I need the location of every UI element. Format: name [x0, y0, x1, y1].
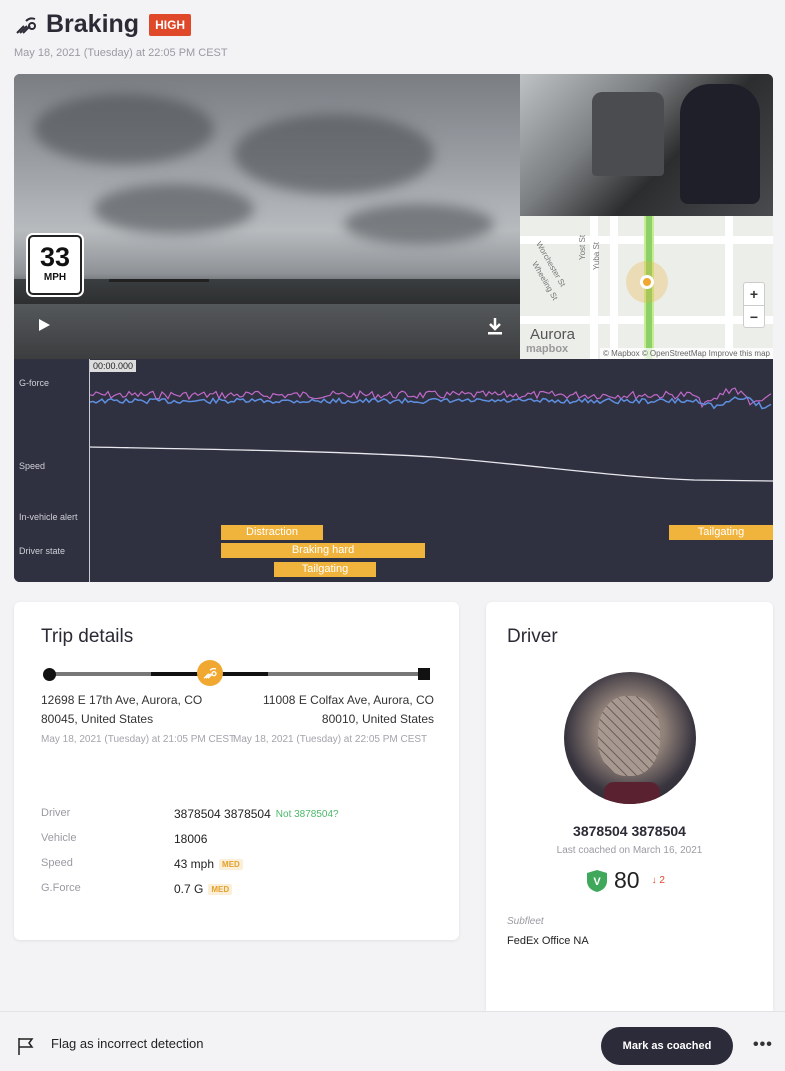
score-value: 80 [614, 867, 640, 893]
cabin-facing-video[interactable] [520, 74, 773, 216]
gforce-value: 0.7 G [174, 882, 204, 896]
event-header: Braking HIGH May 18, 2021 (Tuesday) at 2… [14, 10, 771, 59]
shield-icon: V [587, 869, 607, 892]
end-time: May 18, 2021 (Tuesday) at 22:05 PM CEST [233, 734, 428, 745]
gforce-line-blue [89, 396, 772, 410]
event-title: Braking [46, 10, 140, 38]
braking-icon [16, 16, 36, 34]
start-address: 12698 E 17th Ave, Aurora, CO 80045, Unit… [41, 693, 203, 726]
speed-row-label: Speed [19, 461, 46, 471]
speed-sign-unit: MPH [43, 272, 67, 283]
driver-name: 3878504 3878504 [573, 823, 686, 839]
severity-badge: HIGH [149, 13, 192, 36]
avatar[interactable] [564, 672, 696, 804]
route-end-marker [418, 668, 430, 680]
gforce-value-row: 0.7 G MED [174, 882, 233, 896]
event-map[interactable]: Worchester St Wheeling St Yost St Yuba S… [520, 216, 773, 359]
speed-line [89, 446, 773, 482]
start-time: May 18, 2021 (Tuesday) at 21:05 PM CEST [41, 734, 236, 745]
map-attribution[interactable]: © Mapbox © OpenStreetMap Improve this ma… [600, 348, 773, 359]
driver-score: V 80 ↓ 2 [586, 867, 665, 894]
driver-value: 3878504 3878504 [174, 807, 271, 821]
speed-sign-value: 33 [39, 242, 71, 272]
mapbox-logo: mapbox [526, 343, 569, 355]
event-location-pin[interactable] [640, 275, 654, 289]
action-footer: Flag as incorrect detection Mark as coac… [0, 1011, 785, 1071]
braking-icon [203, 667, 217, 679]
speed-severity-badge: MED [219, 858, 243, 870]
speed-value: 43 mph [174, 857, 215, 871]
driver-value-row: 3878504 3878504 Not 3878504? [174, 807, 339, 821]
last-coached: Last coached on March 16, 2021 [556, 845, 703, 856]
end-address: 11008 E Colfax Ave, Aurora, CO 80010, Un… [263, 693, 434, 726]
timeline-bar-tailgating[interactable]: Tailgating [669, 525, 773, 540]
driver-state-row-label: Driver state [19, 546, 66, 556]
score-delta: ↓ 2 [651, 875, 665, 886]
zoom-out-button[interactable]: − [744, 305, 764, 327]
road-facing-video[interactable]: 33 MPH [14, 74, 520, 359]
map-zoom-controls: + − [743, 282, 765, 328]
mark-as-coached-button[interactable]: Mark as coached [601, 1027, 733, 1065]
flag-incorrect-detection[interactable]: Flag as incorrect detection [51, 1036, 203, 1051]
route-start-marker [43, 668, 56, 681]
timeline-bar-tailgating[interactable]: Tailgating [274, 562, 376, 577]
map-city-label: Aurora [530, 326, 576, 343]
gforce-row-label: G-force [19, 378, 50, 388]
gforce-line-pink [89, 387, 772, 409]
zoom-in-button[interactable]: + [744, 283, 764, 305]
arrow-down-icon: ↓ [651, 875, 657, 886]
event-timeline[interactable]: 00:00.000 G-force Speed In-vehicle alert… [14, 359, 773, 582]
not-driver-link[interactable]: Not 3878504? [276, 809, 339, 820]
speed-label: Speed [41, 857, 73, 869]
gforce-label: G.Force [41, 882, 81, 894]
driver-card-title: Driver [507, 626, 558, 647]
timeline-bar-braking[interactable]: Braking hard [221, 543, 425, 558]
media-panel: 33 MPH Worchester St Wheeling St Yost St… [14, 74, 773, 582]
speed-value-row: 43 mph MED [174, 857, 243, 871]
timeline-cursor[interactable] [89, 359, 90, 582]
timeline-timecode: 00:00.000 [90, 360, 137, 372]
map-street-label: Yuba St [592, 241, 601, 270]
driver-label: Driver [41, 807, 71, 819]
flag-icon[interactable] [16, 1036, 36, 1056]
alert-row-label: In-vehicle alert [19, 512, 78, 522]
route-event-marker[interactable] [197, 660, 223, 686]
driver-card: Driver 3878504 3878504 Last coached on M… [486, 602, 773, 1022]
play-icon[interactable] [36, 317, 52, 333]
vehicle-value: 18006 [174, 832, 208, 846]
event-timestamp: May 18, 2021 (Tuesday) at 22:05 PM CEST [14, 47, 228, 59]
trip-details-card: Trip details 12698 E 17th Ave, Aurora, C… [14, 602, 459, 940]
subfleet-value: FedEx Office NA [507, 935, 589, 947]
map-street-label: Yost St [578, 234, 587, 260]
gforce-severity-badge: MED [208, 883, 233, 895]
speed-sign: 33 MPH [28, 235, 82, 295]
timeline-bar-distraction[interactable]: Distraction [221, 525, 323, 540]
more-options-icon[interactable]: ••• [753, 1036, 773, 1054]
download-icon[interactable] [486, 317, 504, 335]
subfleet-label: Subfleet [507, 916, 544, 927]
score-grade: V [593, 876, 601, 888]
trip-details-title: Trip details [41, 626, 134, 647]
vehicle-label: Vehicle [41, 832, 77, 844]
